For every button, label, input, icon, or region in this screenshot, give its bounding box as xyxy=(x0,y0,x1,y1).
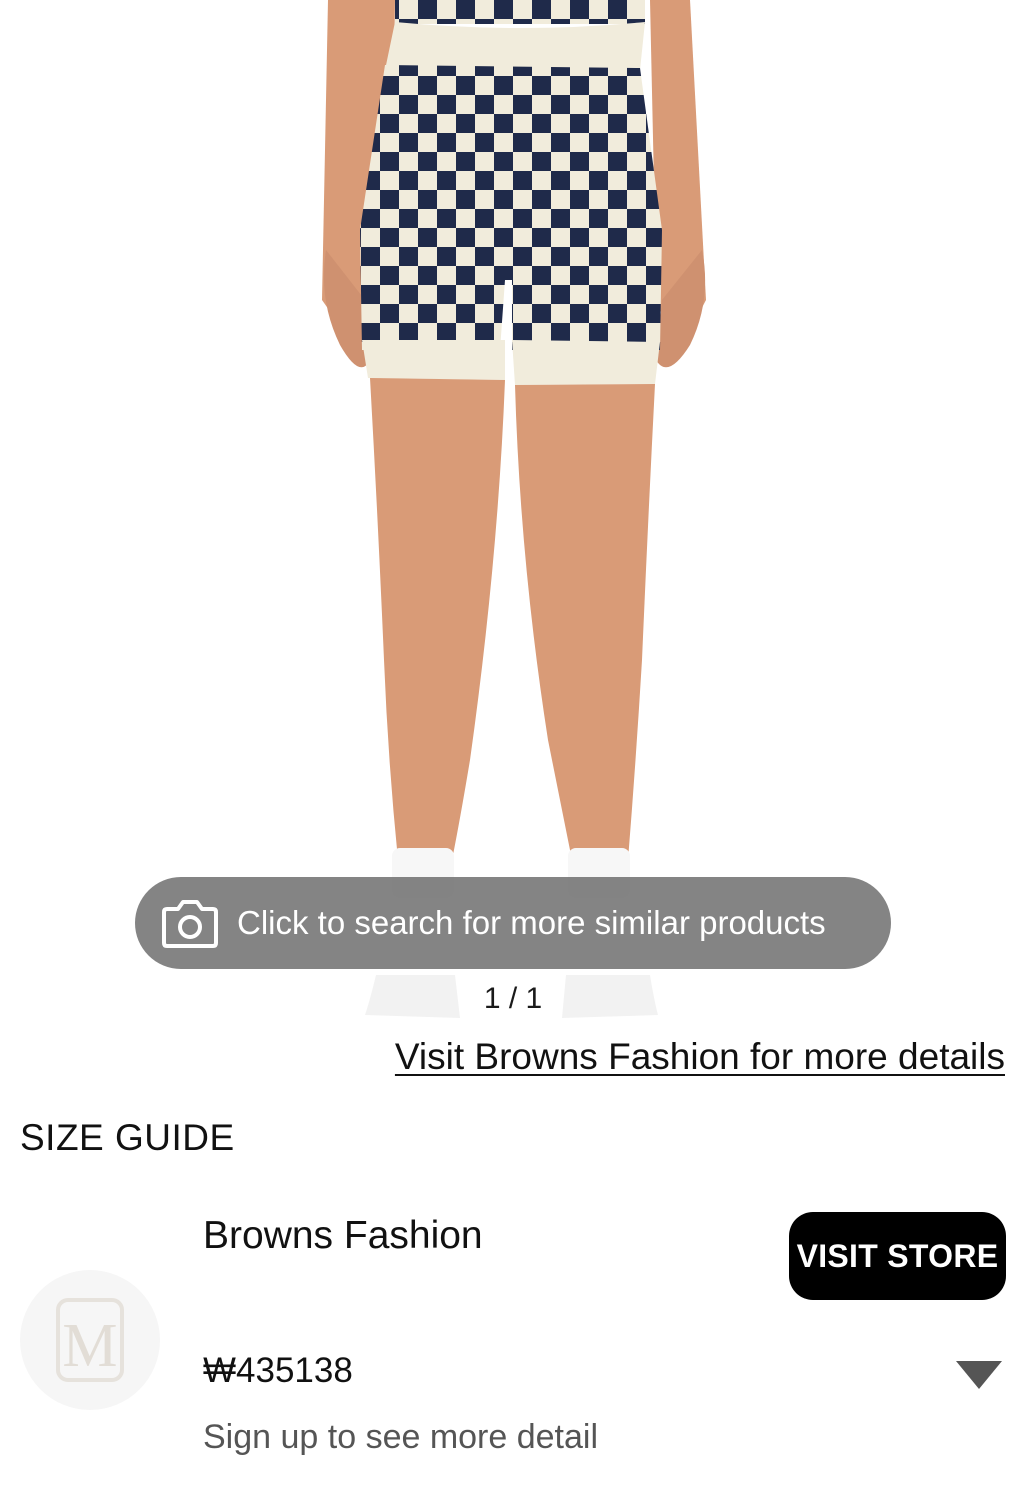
store-logo-mark: M xyxy=(56,1298,124,1382)
triangle-down-icon[interactable] xyxy=(956,1361,1002,1389)
store-logo: M xyxy=(20,1270,160,1410)
camera-icon xyxy=(162,900,218,948)
image-search-label: Click to search for more similar product… xyxy=(237,904,826,941)
product-photo xyxy=(322,0,706,1018)
product-image[interactable] xyxy=(0,0,1027,1030)
signup-prompt: Sign up to see more detail xyxy=(203,1418,599,1456)
store-logo-letter: M xyxy=(62,1312,117,1380)
image-search-button[interactable]: Click to search for more similar product… xyxy=(135,877,891,969)
visit-store-details-link[interactable]: Visit Browns Fashion for more details xyxy=(395,1036,1005,1078)
visit-store-button[interactable]: VISIT STORE xyxy=(789,1212,1006,1300)
image-counter: 1 / 1 xyxy=(483,982,543,1015)
size-guide-link[interactable]: SIZE GUIDE xyxy=(20,1117,235,1159)
price: ₩435138 xyxy=(203,1351,353,1390)
store-name: Browns Fashion xyxy=(203,1214,483,1257)
